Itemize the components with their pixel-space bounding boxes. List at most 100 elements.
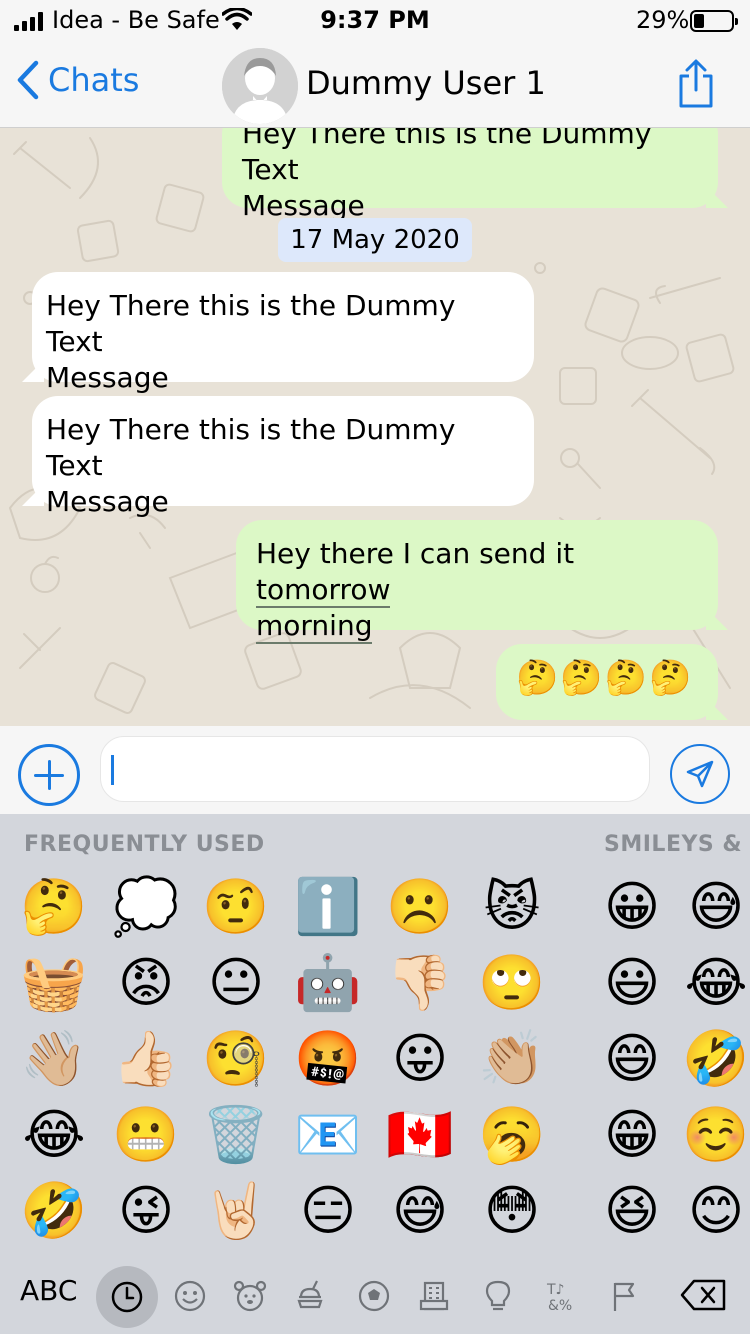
emoji-key[interactable]: 😃 [590,948,674,1018]
message-input[interactable] [117,737,637,801]
message-text: Hey there I can send it [256,537,575,570]
contact-name[interactable]: Dummy User 1 [306,64,546,102]
building-icon [419,1281,449,1311]
text-caret [111,755,114,785]
emoji-message: 🤔 🤔 🤔 🤔 [516,658,691,698]
emoji-key[interactable]: 🧐 [194,1024,278,1094]
symbols-category-button[interactable]: T♪ &% [542,1276,582,1316]
emoji-key[interactable]: 🙄 [470,948,554,1018]
objects-category-button[interactable] [478,1276,518,1316]
clock-icon [111,1281,143,1313]
emoji-key[interactable]: ☹️ [378,872,462,942]
smileys-category-button[interactable] [170,1276,210,1316]
emoji-key[interactable]: 😾 [470,872,554,942]
emoji-key[interactable]: 👏🏼 [470,1024,554,1094]
emoji-key[interactable]: 😅 [378,1176,462,1246]
emoji-key[interactable]: 🤘🏻 [194,1176,278,1246]
ball-icon [358,1280,390,1312]
emoji-key[interactable]: 😆 [590,1176,674,1246]
emoji-key[interactable]: 😑 [286,1176,370,1246]
emoji-key[interactable]: 👍🏻 [104,1024,188,1094]
food-icon [297,1280,323,1309]
emoji-keyboard: FREQUENTLY USED SMILEYS & P ABC T♪&% [0,814,750,1334]
date-separator: 17 May 2020 [278,218,472,262]
emoji-key[interactable]: 🤨 [194,872,278,942]
message-text: Hey There this is the Dummy Text [46,413,456,482]
emoji-key[interactable]: 😅 [682,872,750,942]
bulb-icon [485,1280,511,1311]
emoji-key[interactable]: 🤣 [682,1024,750,1094]
message-incoming[interactable]: Hey There this is the Dummy Text Message [32,396,534,518]
message-text: Message [46,485,169,518]
compose-bar [0,726,750,814]
backspace-icon [680,1279,726,1311]
chevron-left-icon [17,60,39,100]
flags-category-button[interactable] [604,1276,644,1316]
emoji-key[interactable]: 😜 [104,1176,188,1246]
travel-category-button[interactable] [414,1276,454,1316]
flag-icon [613,1282,635,1311]
thinking-face-emoji: 🤔 [516,658,559,698]
avatar-placeholder-icon [222,48,298,124]
share-icon[interactable] [676,58,716,114]
message-field[interactable] [100,736,650,802]
emoji-key[interactable]: 😁 [590,1100,674,1170]
attach-plus-button[interactable] [18,744,80,806]
svg-text:T♪: T♪ [546,1282,565,1298]
thinking-face-emoji: 🤔 [604,658,648,698]
emoji-key[interactable]: ☺️ [682,1100,750,1170]
thinking-face-emoji: 🤔 [560,658,603,698]
emoji-key[interactable]: 🤣 [12,1176,96,1246]
data-detector-link[interactable]: morning [256,609,373,644]
emoji-key[interactable]: 😐 [194,948,278,1018]
emoji-key[interactable]: 👋🏼 [12,1024,96,1094]
emoji-key[interactable]: 😛 [378,1024,462,1094]
emoji-key[interactable]: 💭 [104,872,188,942]
message-outgoing[interactable]: Hey there I can send it tomorrow morning [236,520,718,644]
message-text: Hey There this is the Dummy Text [46,289,456,358]
message-text: Hey There this is the Dummy Text [242,128,652,186]
chat-header: Chats Dummy User 1 [0,44,750,128]
back-button[interactable]: Chats [16,60,139,100]
send-icon [686,760,714,788]
abc-button[interactable]: ABC [20,1274,77,1307]
data-detector-link[interactable]: tomorrow [256,573,391,608]
status-bar: Idea - Be Safe 9:37 PM 29% [0,0,750,44]
emoji-key[interactable]: 🤖 [286,948,370,1018]
emoji-key[interactable]: 😂 [682,948,750,1018]
emoji-key[interactable]: 😊 [682,1176,750,1246]
thinking-face-emoji: 🤔 [649,658,692,698]
send-button[interactable] [670,744,730,804]
battery-percent: 29% [636,6,690,34]
emoji-key[interactable]: 😬 [104,1100,188,1170]
emoji-key[interactable]: 😂 [12,1100,96,1170]
back-label: Chats [48,61,140,99]
backspace-button[interactable] [680,1278,728,1316]
emoji-key[interactable]: 🇨🇦 [378,1100,462,1170]
emoji-key[interactable]: 😄 [590,1024,674,1094]
food-category-button[interactable] [290,1276,330,1316]
emoji-key[interactable]: 😳 [470,1176,554,1246]
emoji-key[interactable]: 🥱 [470,1100,554,1170]
emoji-key[interactable]: 😡 [104,948,188,1018]
section-smileys: SMILEYS & P [604,832,750,857]
avatar[interactable] [222,48,298,124]
emoji-key[interactable]: 🗑️ [194,1100,278,1170]
section-frequently-used: FREQUENTLY USED [24,832,265,857]
message-incoming[interactable]: Hey There this is the Dummy Text Message [32,272,534,394]
chat-area[interactable]: Hey There this is the Dummy Text Message… [0,128,750,726]
emoji-key[interactable]: 👎🏻 [378,948,462,1018]
animals-category-button[interactable] [230,1276,270,1316]
emoji-key[interactable]: 📧 [286,1100,370,1170]
activity-category-button[interactable] [354,1276,394,1316]
emoji-key[interactable]: 😀 [590,872,674,942]
emoji-key[interactable]: 🤬 [286,1024,370,1094]
animal-icon [233,1280,267,1312]
emoji-key[interactable]: 🤔 [12,872,96,942]
emoji-key[interactable]: ℹ️ [286,872,370,942]
emoji-key[interactable]: 🧺 [12,948,96,1018]
message-outgoing-partial[interactable]: Hey There this is the Dummy Text Message [222,128,718,222]
symbols-icon: T♪&% [546,1282,572,1313]
message-text: Message [46,361,169,394]
recent-category-button[interactable] [96,1266,158,1328]
